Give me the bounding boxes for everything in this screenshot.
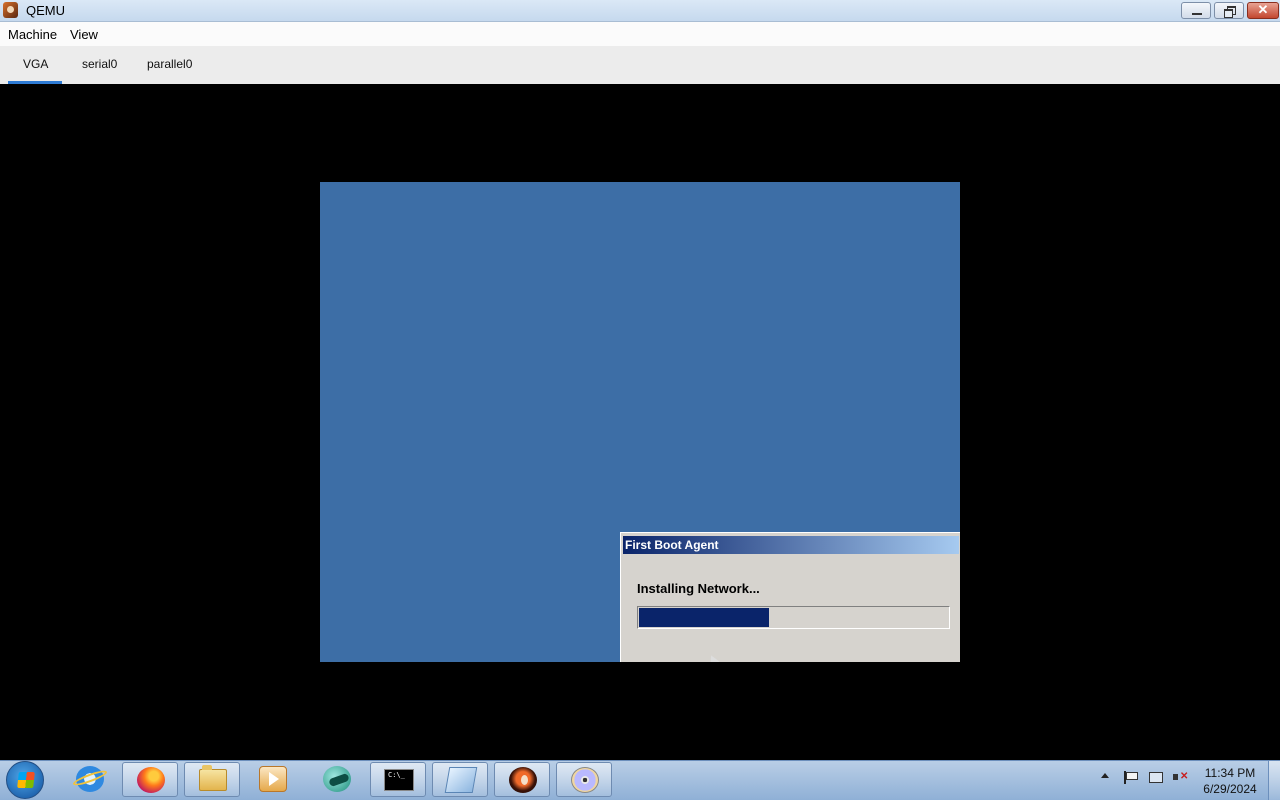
active-tab-indicator bbox=[8, 81, 62, 84]
taskbar-item-internet-explorer[interactable] bbox=[62, 762, 118, 797]
taskbar-item-firefox[interactable] bbox=[122, 762, 178, 797]
media-player-icon bbox=[259, 766, 287, 792]
taskbar-item-green-app[interactable] bbox=[309, 762, 365, 797]
menu-view[interactable]: View bbox=[70, 27, 98, 42]
green-app-icon bbox=[323, 766, 351, 792]
qemu-icon bbox=[509, 767, 537, 793]
tab-bar: VGA serial0 parallel0 bbox=[0, 46, 1280, 84]
notepad-icon bbox=[444, 767, 478, 793]
restore-button[interactable] bbox=[1214, 2, 1244, 19]
close-button[interactable]: ✕ bbox=[1247, 2, 1279, 19]
firefox-icon bbox=[137, 767, 165, 793]
menu-machine[interactable]: Machine bbox=[8, 27, 57, 42]
volume-muted-icon[interactable] bbox=[1172, 771, 1188, 784]
taskbar-item-command-prompt[interactable]: C:\_ bbox=[370, 762, 426, 797]
file-explorer-icon bbox=[199, 765, 227, 791]
internet-explorer-icon bbox=[76, 766, 104, 792]
restore-icon bbox=[1224, 6, 1236, 18]
progress-fill bbox=[639, 608, 769, 627]
tab-serial0[interactable]: serial0 bbox=[82, 57, 117, 71]
taskbar-item-qemu[interactable] bbox=[494, 762, 550, 797]
progress-bar bbox=[637, 606, 950, 629]
taskbar-item-media-player[interactable] bbox=[245, 762, 301, 797]
clock-date: 6/29/2024 bbox=[1203, 782, 1257, 796]
taskbar-clock[interactable]: 11:34 PM 6/29/2024 bbox=[1196, 765, 1264, 797]
start-button[interactable] bbox=[6, 761, 44, 799]
network-icon[interactable] bbox=[1148, 771, 1164, 784]
first-boot-agent-dialog: First Boot Agent Installing Network... bbox=[620, 532, 960, 662]
title-bar: QEMU ✕ bbox=[0, 0, 1280, 22]
taskbar-item-notepad[interactable] bbox=[432, 762, 488, 797]
window-title: QEMU bbox=[26, 3, 65, 18]
dialog-title: First Boot Agent bbox=[625, 538, 719, 552]
taskbar-item-disc[interactable] bbox=[556, 762, 612, 797]
minimize-icon bbox=[1192, 13, 1202, 15]
show-desktop-button[interactable] bbox=[1268, 761, 1280, 800]
qemu-app-icon bbox=[3, 2, 18, 18]
tab-vga[interactable]: VGA bbox=[23, 57, 48, 71]
tab-parallel0[interactable]: parallel0 bbox=[147, 57, 192, 71]
clock-time: 11:34 PM bbox=[1204, 766, 1256, 780]
menu-bar: Machine View bbox=[0, 22, 1280, 46]
dialog-title-bar: First Boot Agent bbox=[623, 536, 959, 554]
minimize-button[interactable] bbox=[1181, 2, 1211, 19]
guest-display[interactable]: First Boot Agent Installing Network... bbox=[320, 182, 960, 662]
close-icon: ✕ bbox=[1257, 2, 1269, 17]
dialog-message: Installing Network... bbox=[637, 581, 760, 596]
disc-icon bbox=[571, 767, 599, 793]
action-center-flag-icon[interactable] bbox=[1123, 771, 1138, 784]
taskbar-item-file-explorer[interactable] bbox=[184, 762, 240, 797]
show-hidden-icons-arrow-icon[interactable] bbox=[1101, 773, 1109, 778]
command-prompt-icon: C:\_ bbox=[384, 769, 414, 791]
command-prompt-glyph: C:\_ bbox=[388, 771, 405, 779]
